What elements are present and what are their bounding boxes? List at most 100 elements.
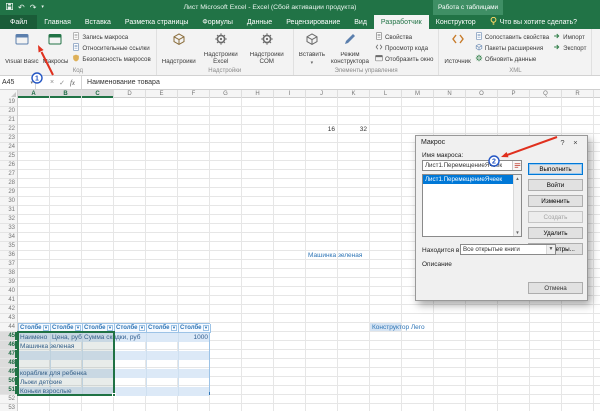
macro-name-input[interactable]: Лист1.ПеремещениеЯчеек [422, 160, 522, 171]
row-header-26[interactable]: 26 [0, 161, 17, 170]
col-header-Q[interactable]: Q [530, 90, 562, 98]
col-header-H[interactable]: H [242, 90, 274, 98]
row-header-29[interactable]: 29 [0, 188, 17, 197]
row-header-22[interactable]: 22 [0, 125, 17, 134]
row-header-35[interactable]: 35 [0, 242, 17, 251]
ribbon-button-properties[interactable]: Свойства [375, 32, 433, 42]
formula-input[interactable]: Наименование товара [82, 76, 600, 89]
row-header-40[interactable]: 40 [0, 287, 17, 296]
filter-dropdown-icon[interactable]: ▾ [139, 325, 145, 331]
select-all-corner[interactable] [0, 90, 18, 98]
col-header-O[interactable]: O [466, 90, 498, 98]
table-header-cell-5[interactable]: Столбе ▾ [179, 324, 211, 333]
dialog-title-bar[interactable]: Макрос ? × [416, 136, 587, 149]
ribbon-button-macros[interactable]: Макросы [41, 30, 71, 66]
col-header-F[interactable]: F [178, 90, 210, 98]
ribbon-button-refresh-data[interactable]: Обновить данные [475, 54, 549, 64]
scroll-up-icon[interactable]: ▲ [514, 175, 521, 182]
filter-dropdown-icon[interactable]: ▾ [171, 325, 177, 331]
cancel-entry-icon[interactable]: × [50, 79, 54, 86]
col-header-C[interactable]: C [82, 90, 114, 98]
row-header-53[interactable]: 53 [0, 404, 17, 411]
col-header-I[interactable]: I [274, 90, 306, 98]
table-header-cell-4[interactable]: Столбе ▾ [147, 324, 179, 333]
tab-review[interactable]: Рецензирование [279, 15, 347, 29]
row-header-48[interactable]: 48 [0, 359, 17, 368]
ribbon-button-record-macro[interactable]: Запись макроса [72, 32, 150, 42]
cell-J36[interactable]: Машинка зеленая [308, 251, 362, 260]
col-header-B[interactable]: B [50, 90, 82, 98]
fill-handle[interactable] [112, 393, 116, 397]
insert-function-icon[interactable]: fx [70, 79, 75, 87]
tab-data[interactable]: Данные [240, 15, 279, 29]
row-header-24[interactable]: 24 [0, 143, 17, 152]
macro-list-item[interactable]: Лист1.ПеремещениеЯчеек [423, 175, 514, 184]
col-header-D[interactable]: D [114, 90, 146, 98]
dialog-help-button[interactable]: ? [556, 138, 569, 147]
cell-K22[interactable]: 32 [338, 125, 367, 134]
edit-button[interactable]: Изменить [528, 195, 583, 207]
ribbon-button-map-properties[interactable]: Сопоставить свойства [475, 32, 549, 42]
delete-button[interactable]: Удалить [528, 227, 583, 239]
ribbon-button-com-add-ins[interactable]: Надстройки COM [244, 30, 290, 66]
scroll-down-icon[interactable]: ▼ [514, 229, 521, 236]
row-header-39[interactable]: 39 [0, 278, 17, 287]
location-select[interactable]: Все открытые книги ▼ [460, 244, 556, 255]
table-cell-F45[interactable]: 1000 [179, 333, 208, 342]
ribbon-button-macro-security[interactable]: Безопасность макросов [72, 54, 151, 64]
row-header-31[interactable]: 31 [0, 206, 17, 215]
tab-formulas[interactable]: Формулы [195, 15, 239, 29]
row-header-36[interactable]: 36 [0, 251, 17, 260]
col-header-J[interactable]: J [306, 90, 338, 98]
name-box[interactable]: A45 ▾ [0, 76, 36, 89]
ribbon-button-show-window[interactable]: Отобразить окно [375, 54, 433, 64]
row-header-42[interactable]: 42 [0, 305, 17, 314]
ribbon-button-visual-basic[interactable]: Visual Basic [3, 30, 41, 66]
cancel-button[interactable]: Отмена [528, 282, 583, 294]
ribbon-button-insert-controls[interactable]: Вставить ▾ [297, 30, 327, 66]
tab-view[interactable]: Вид [347, 15, 374, 29]
row-header-45[interactable]: 45 [0, 332, 17, 341]
col-header-L[interactable]: L [370, 90, 402, 98]
row-header-32[interactable]: 32 [0, 215, 17, 224]
row-header-49[interactable]: 49 [0, 368, 17, 377]
tab-file[interactable]: Файл [0, 15, 38, 29]
row-header-51[interactable]: 51 [0, 386, 17, 395]
col-header-M[interactable]: M [402, 90, 434, 98]
macro-list-scrollbar[interactable]: ▲ ▼ [513, 175, 521, 236]
row-header-30[interactable]: 30 [0, 197, 17, 206]
tab-home[interactable]: Главная [37, 15, 78, 29]
qat-customize-icon[interactable]: ▾ [41, 5, 44, 10]
save-icon[interactable] [6, 3, 13, 12]
ribbon-button-add-ins[interactable]: Надстройки [160, 30, 198, 66]
tab-insert[interactable]: Вставка [78, 15, 118, 29]
ribbon-button-design-mode[interactable]: Режим конструктора [327, 30, 373, 66]
dialog-close-icon[interactable]: × [569, 138, 582, 147]
table-header-cell-3[interactable]: Столбе ▾ [115, 324, 147, 333]
row-header-44[interactable]: 44 [0, 323, 17, 332]
row-header-21[interactable]: 21 [0, 116, 17, 125]
row-header-20[interactable]: 20 [0, 107, 17, 116]
row-header-19[interactable]: 19 [0, 98, 17, 107]
tab-page-layout[interactable]: Разметка страницы [118, 15, 196, 29]
row-header-52[interactable]: 52 [0, 395, 17, 404]
redo-icon[interactable]: ↷ [30, 3, 37, 12]
col-header-G[interactable]: G [210, 90, 242, 98]
cell-J22[interactable]: 16 [306, 125, 335, 134]
col-header-E[interactable]: E [146, 90, 178, 98]
ribbon-button-import[interactable]: Импорт [553, 32, 586, 42]
row-header-27[interactable]: 27 [0, 170, 17, 179]
row-header-33[interactable]: 33 [0, 224, 17, 233]
row-header-28[interactable]: 28 [0, 179, 17, 188]
cell-L44[interactable]: Конструктор Лего [372, 323, 425, 332]
row-header-38[interactable]: 38 [0, 269, 17, 278]
ribbon-button-excel-add-ins[interactable]: Надстройки Excel [198, 30, 244, 66]
ribbon-button-export[interactable]: Экспорт [553, 43, 586, 53]
col-header-N[interactable]: N [434, 90, 466, 98]
filter-dropdown-icon[interactable]: ▾ [203, 325, 209, 331]
col-header-P[interactable]: P [498, 90, 530, 98]
step-into-button[interactable]: Войти [528, 179, 583, 191]
row-header-50[interactable]: 50 [0, 377, 17, 386]
name-box-caret-icon[interactable]: ▾ [30, 80, 33, 86]
undo-icon[interactable]: ↶ [18, 3, 25, 12]
